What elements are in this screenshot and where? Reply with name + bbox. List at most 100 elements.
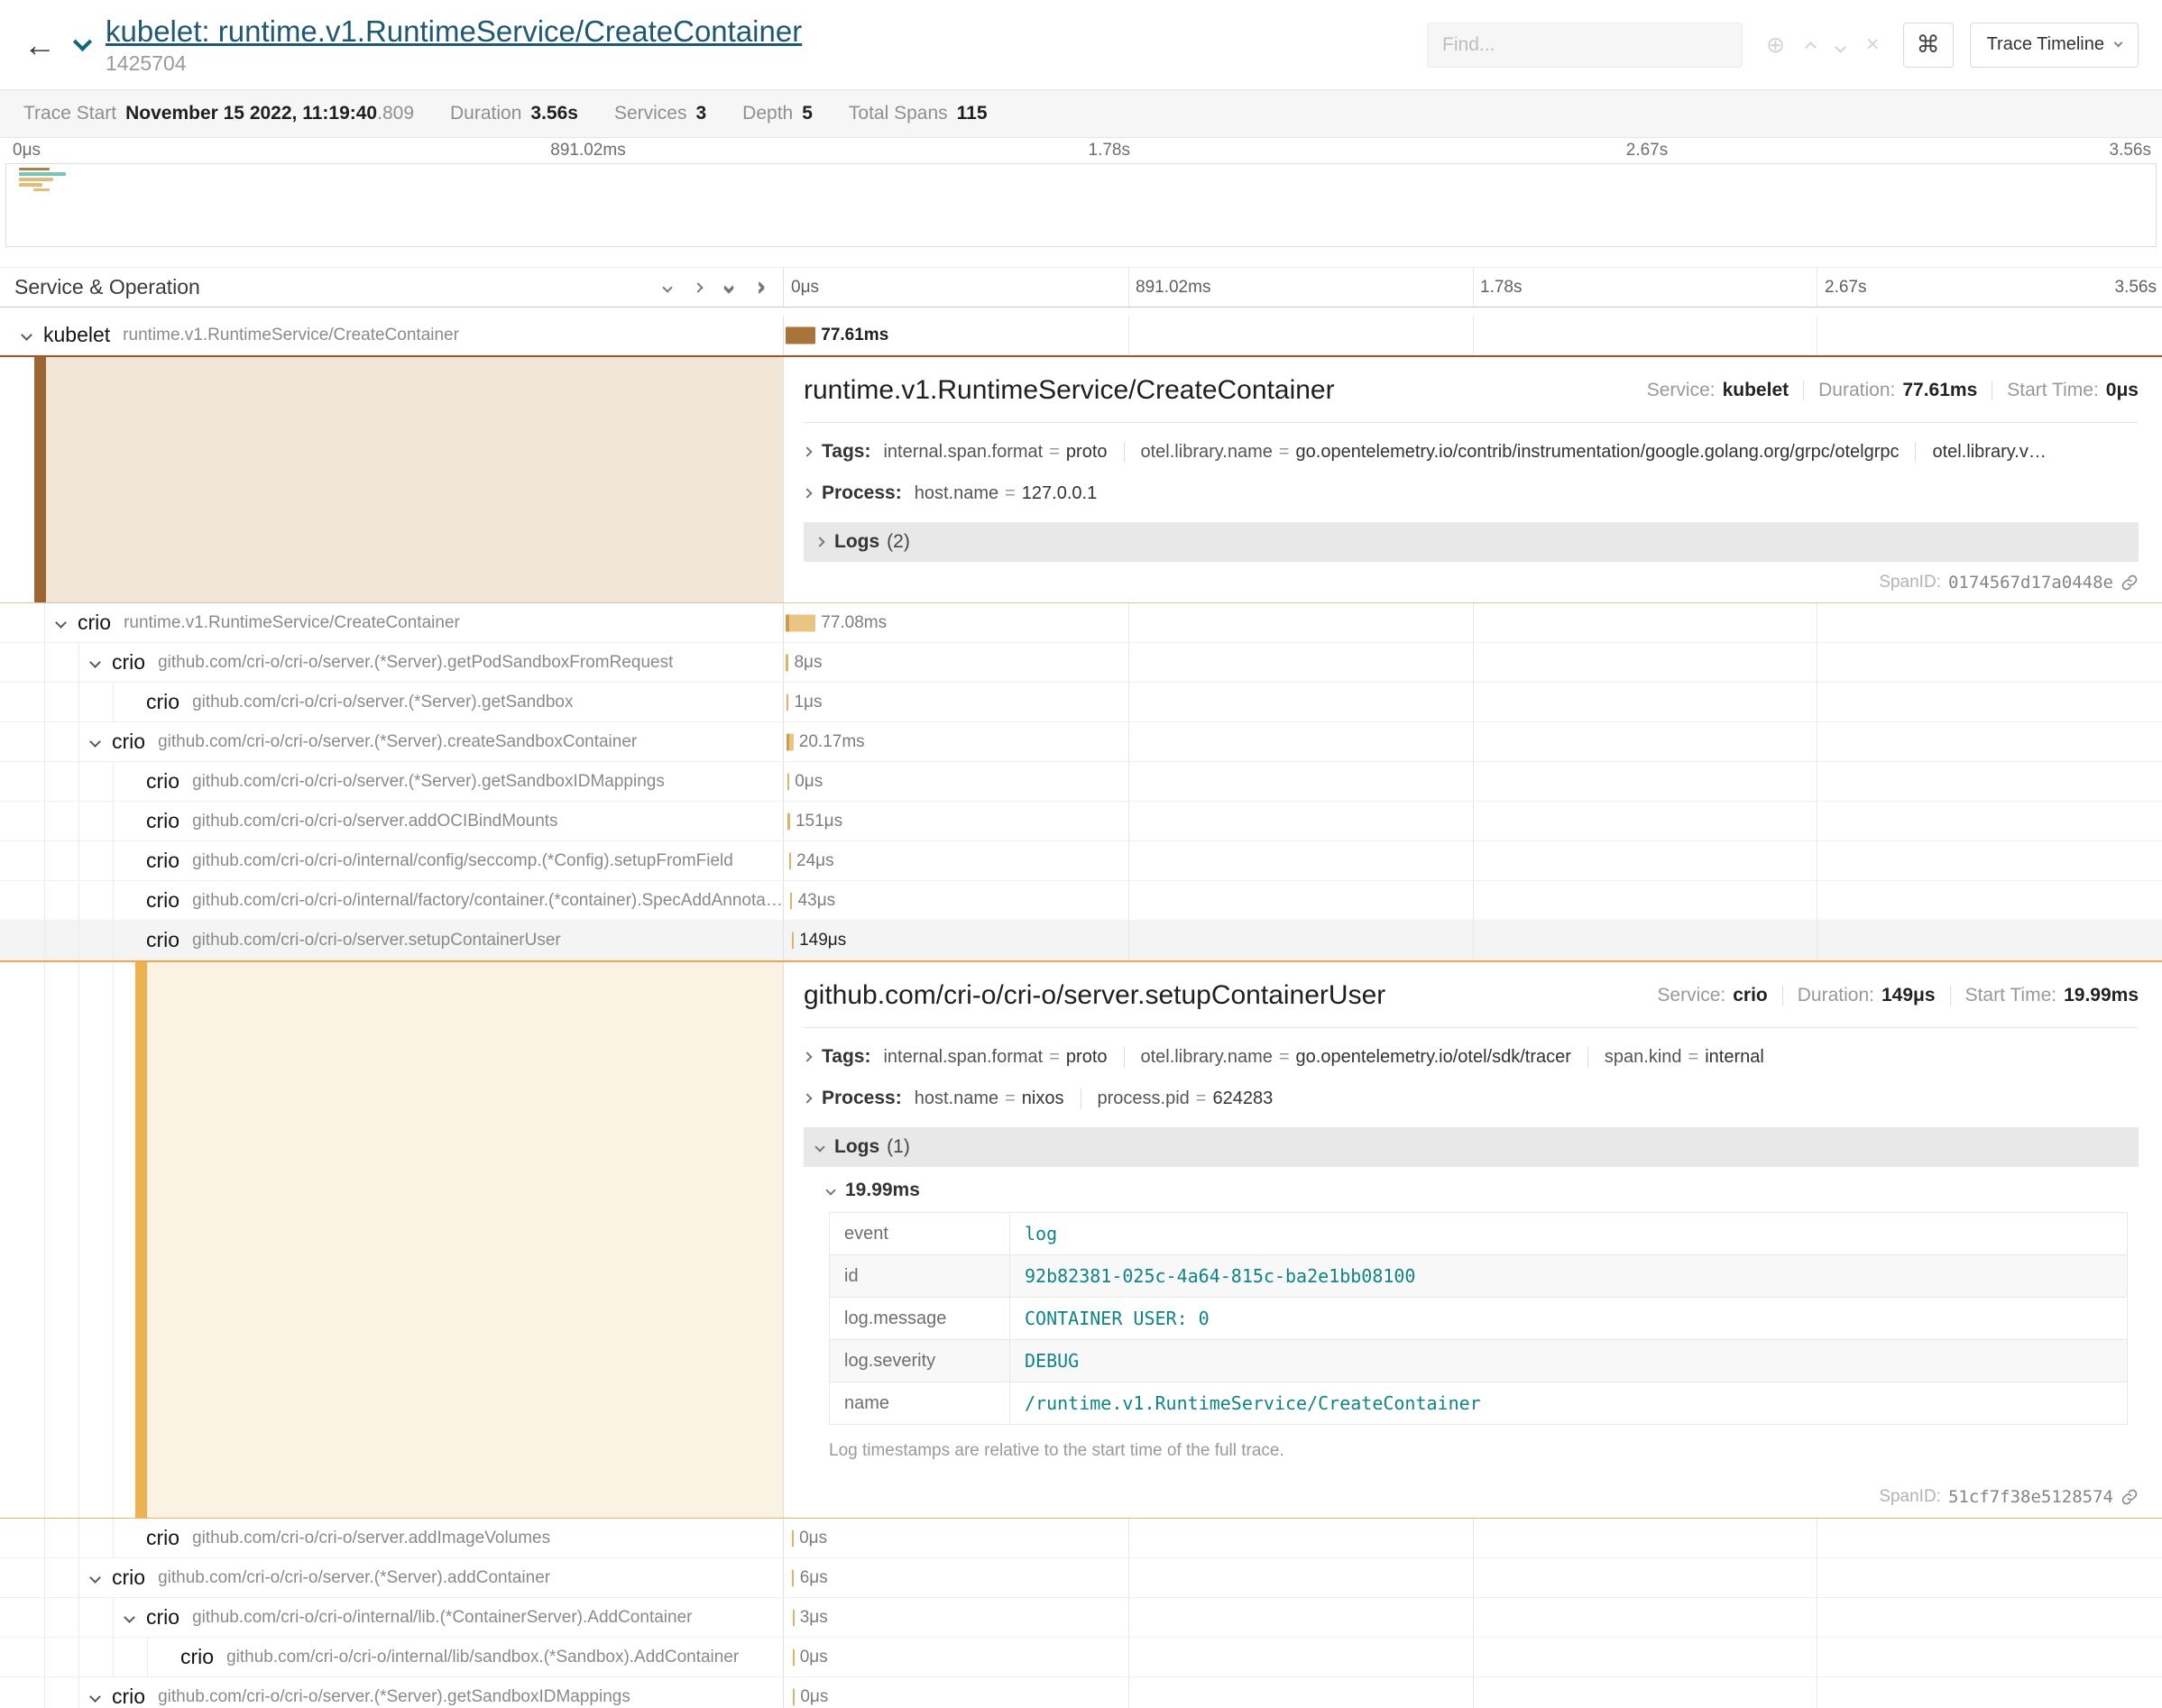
chevron-down-icon[interactable]: [45, 619, 76, 627]
span-duration: 0μs: [800, 1687, 828, 1707]
span-duration: 3μs: [800, 1608, 828, 1628]
span-operation: github.com/cri-o/cri-o/server.(*Server).…: [158, 1687, 630, 1707]
span-duration: 1μs: [794, 693, 822, 712]
span-bar[interactable]: [793, 1688, 795, 1705]
detail-indent: [0, 357, 783, 602]
span-row[interactable]: crio github.com/cri-o/cri-o/internal/lib…: [0, 1638, 2162, 1677]
span-duration: 20.17ms: [799, 732, 865, 752]
process-row[interactable]: Process: host.name=nixos process.pid=624…: [804, 1084, 2139, 1113]
deep-link-icon[interactable]: [2121, 574, 2139, 592]
log-field-row: log.message CONTAINER USER: 0: [830, 1298, 2128, 1340]
chevron-down-icon[interactable]: [79, 738, 110, 746]
span-bar[interactable]: [787, 693, 788, 711]
span-bar[interactable]: [793, 1648, 795, 1666]
span-row[interactable]: crio github.com/cri-o/cri-o/internal/lib…: [0, 1598, 2162, 1638]
view-selector-label: Trace Timeline: [1987, 34, 2104, 55]
span-row-selected[interactable]: crio github.com/cri-o/cri-o/server.setup…: [0, 921, 2162, 960]
trace-title-link[interactable]: kubelet: runtime.v1.RuntimeService/Creat…: [106, 14, 802, 49]
span-service: crio: [180, 1645, 214, 1669]
span-detail-row: runtime.v1.RuntimeService/CreateContaine…: [0, 355, 2162, 603]
timeline-header-row: Service & Operation 0μs 891.02ms 1.78s 2…: [0, 267, 2162, 308]
span-operation: github.com/cri-o/cri-o/internal/lib.(*Co…: [192, 1608, 692, 1628]
span-bar[interactable]: [787, 773, 789, 790]
keyboard-shortcuts-button[interactable]: ⌘: [1903, 23, 1954, 68]
chevron-down-icon[interactable]: [114, 1613, 144, 1621]
span-row[interactable]: kubelet runtime.v1.RuntimeService/Create…: [0, 316, 2162, 355]
span-row[interactable]: crio github.com/cri-o/cri-o/server.(*Ser…: [0, 1558, 2162, 1598]
span-bar[interactable]: [786, 614, 815, 631]
log-field-row: name /runtime.v1.RuntimeService/CreateCo…: [830, 1382, 2128, 1425]
chevron-down-icon[interactable]: [11, 331, 41, 339]
clear-search-icon[interactable]: ×: [1866, 32, 1880, 58]
log-entry-header[interactable]: 19.99ms: [827, 1180, 2133, 1201]
view-selector-button[interactable]: Trace Timeline: [1970, 23, 2139, 68]
span-row[interactable]: crio github.com/cri-o/cri-o/server.(*Ser…: [0, 722, 2162, 762]
process-row[interactable]: Process: host.name=127.0.0.1: [804, 479, 2139, 508]
span-bar[interactable]: [787, 813, 789, 830]
span-operation: github.com/cri-o/cri-o/internal/factory/…: [192, 891, 783, 911]
span-service: crio: [112, 1566, 145, 1590]
chevron-right-icon: [814, 537, 824, 546]
prev-result-icon[interactable]: [1807, 32, 1815, 58]
back-button[interactable]: ←: [23, 26, 56, 64]
trace-title-block: kubelet: runtime.v1.RuntimeService/Creat…: [106, 14, 802, 76]
span-service: crio: [146, 1605, 179, 1630]
collapse-header-icon[interactable]: [76, 41, 89, 49]
span-bar[interactable]: [789, 852, 791, 869]
span-operation: runtime.v1.RuntimeService/CreateContaine…: [123, 326, 459, 345]
span-duration: 0μs: [800, 1648, 828, 1667]
span-bar[interactable]: [786, 654, 788, 671]
next-result-icon[interactable]: [1836, 32, 1845, 58]
span-row[interactable]: crio github.com/cri-o/cri-o/server.(*Ser…: [0, 762, 2162, 802]
chevron-down-icon[interactable]: [79, 1693, 110, 1701]
timeline-minimap: 0μs 891.02ms 1.78s 2.67s 3.56s: [5, 138, 2157, 247]
span-row[interactable]: crio runtime.v1.RuntimeService/CreateCon…: [0, 603, 2162, 643]
services-stat: Services3: [614, 103, 706, 124]
depth-stat: Depth5: [742, 103, 813, 124]
span-operation: github.com/cri-o/cri-o/server.(*Server).…: [158, 732, 637, 752]
detail-title: runtime.v1.RuntimeService/CreateContaine…: [804, 375, 1335, 406]
chevron-down-icon[interactable]: [79, 1574, 110, 1582]
collapse-all-icon[interactable]: [725, 283, 732, 292]
span-row[interactable]: crio github.com/cri-o/cri-o/server.(*Ser…: [0, 683, 2162, 722]
span-bar[interactable]: [792, 1529, 794, 1547]
span-row[interactable]: crio github.com/cri-o/cri-o/internal/con…: [0, 841, 2162, 881]
log-field-row: event log: [830, 1213, 2128, 1255]
span-row[interactable]: crio github.com/cri-o/cri-o/server.addOC…: [0, 802, 2162, 841]
span-row[interactable]: crio github.com/cri-o/cri-o/server.addIm…: [0, 1519, 2162, 1558]
span-row[interactable]: crio github.com/cri-o/cri-o/internal/fac…: [0, 881, 2162, 921]
locate-span-icon[interactable]: ⊕: [1766, 32, 1785, 59]
tags-row[interactable]: Tags: internal.span.format=proto otel.li…: [804, 1042, 2139, 1071]
span-row[interactable]: crio github.com/cri-o/cri-o/server.(*Ser…: [0, 643, 2162, 683]
tick-label: 2.67s: [1626, 141, 1668, 161]
span-bar[interactable]: [790, 892, 792, 909]
span-bar[interactable]: [787, 733, 795, 750]
span-bar[interactable]: [792, 932, 794, 949]
span-id-value: 51cf7f38e5128574: [1948, 1487, 2113, 1507]
minimap-canvas[interactable]: [5, 163, 2157, 247]
deep-link-icon[interactable]: [2121, 1488, 2139, 1506]
span-bar[interactable]: [792, 1569, 794, 1586]
span-operation: github.com/cri-o/cri-o/server.addImageVo…: [192, 1529, 550, 1548]
expand-all-icon[interactable]: [756, 283, 763, 292]
find-input[interactable]: [1427, 23, 1743, 68]
span-bar[interactable]: [786, 326, 815, 344]
collapse-one-level-icon[interactable]: [664, 284, 671, 291]
total-spans-stat: Total Spans115: [849, 103, 988, 124]
trace-page-header: ← kubelet: runtime.v1.RuntimeService/Cre…: [0, 0, 2162, 90]
span-duration: 24μs: [796, 851, 834, 871]
span-bar[interactable]: [793, 1609, 795, 1626]
expand-one-level-icon[interactable]: [695, 284, 702, 291]
logs-row[interactable]: Logs (2): [804, 522, 2139, 562]
span-duration: 43μs: [798, 891, 836, 911]
tags-row[interactable]: Tags: internal.span.format=proto otel.li…: [804, 437, 2139, 466]
span-service: crio: [146, 888, 179, 913]
minimap-span-bar: [19, 168, 50, 170]
span-duration: 8μs: [794, 653, 822, 673]
span-operation: github.com/cri-o/cri-o/server.(*Server).…: [158, 653, 673, 673]
log-field-row: id 92b82381-025c-4a64-815c-ba2e1bb08100: [830, 1255, 2128, 1298]
chevron-down-icon[interactable]: [79, 658, 110, 666]
span-operation: github.com/cri-o/cri-o/server.(*Server).…: [158, 1568, 550, 1588]
logs-row[interactable]: Logs (1): [804, 1127, 2139, 1167]
span-row[interactable]: crio github.com/cri-o/cri-o/server.(*Ser…: [0, 1677, 2162, 1708]
